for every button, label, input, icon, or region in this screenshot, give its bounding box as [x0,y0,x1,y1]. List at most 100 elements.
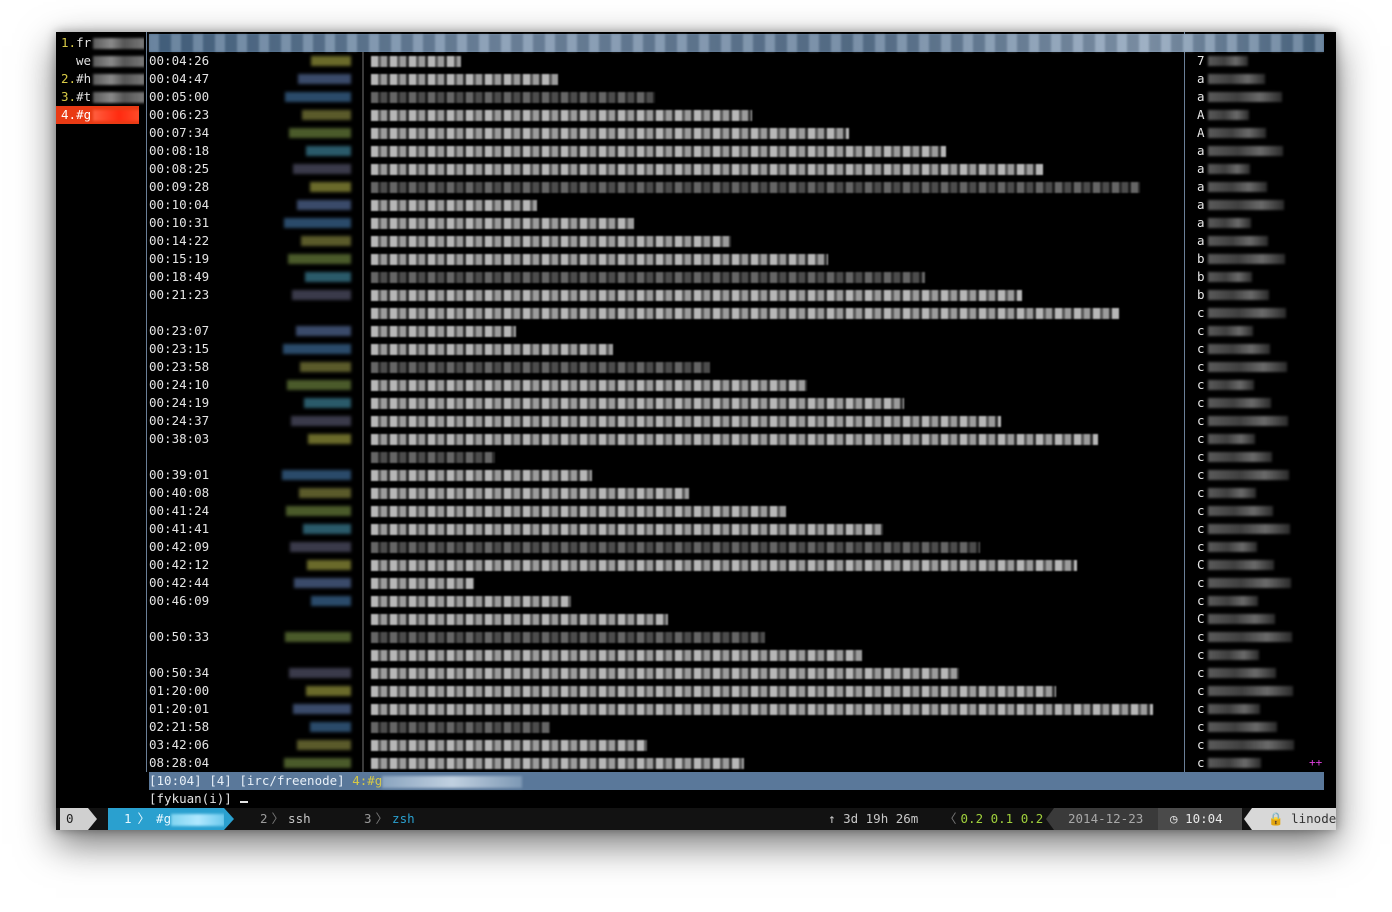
chat-line: 00:50:33 [149,628,1179,646]
nick-initial: c [1197,737,1205,752]
nick-list-item[interactable]: c [1188,664,1328,682]
nick-separator [362,502,364,520]
redacted-nick [1208,488,1256,498]
redacted-message [371,128,849,139]
redacted-message [371,632,765,643]
nick-list-item[interactable]: a [1188,232,1328,250]
nick-list-item[interactable]: b [1188,268,1328,286]
tmux-window[interactable]: 3 〉 zsh [364,808,415,830]
nick-list-item[interactable]: c [1188,484,1328,502]
nick-list-item[interactable]: c [1188,718,1328,736]
nick-list-item[interactable]: a [1188,196,1328,214]
window-name: zsh [392,811,415,826]
chevron-right-icon: 〉 [271,811,285,826]
nick-list-item[interactable]: c [1188,448,1328,466]
nick-list-item[interactable]: c [1188,700,1328,718]
nick-list-item[interactable]: c [1188,538,1328,556]
powerline-arrow [224,808,234,830]
chat-line: 00:41:24 [149,502,1179,520]
chat-log[interactable]: 00:04:26 00:04:47 00:05:00 00:06:23 00:07:34… [149,52,1179,772]
nick-list-item[interactable]: a [1188,142,1328,160]
timestamp: 00:50:33 [149,629,210,644]
buffer-item[interactable]: 1.fr [56,34,144,52]
buffer-number: 4. [61,107,77,122]
buffer-list: 1.fr we 2.#h 3.#t 4.#g [56,34,144,768]
nick-list-item[interactable]: c [1188,358,1328,376]
nick-list-item[interactable]: C [1188,610,1328,628]
nick-list-item[interactable]: c [1188,574,1328,592]
buffer-item[interactable]: 3.#t [56,88,144,106]
nick-list-item[interactable]: c [1188,376,1328,394]
nick-list-item[interactable]: c [1188,736,1328,754]
redacted-nick [1208,164,1250,174]
nick-list-item[interactable]: c [1188,412,1328,430]
nick-list-item[interactable]: c [1188,322,1328,340]
nick-list-item[interactable]: c [1188,592,1328,610]
redacted-text [93,38,144,49]
redacted-nick [305,272,351,282]
nick-separator [362,484,364,502]
redacted-topic [149,34,1324,52]
redacted-nick [1208,326,1253,336]
tmux-session[interactable]: 0 [60,808,88,830]
chat-line: 00:42:12 [149,556,1179,574]
terminal-window[interactable]: 1.fr we 2.#h 3.#t 4.#g 00:04:26 00:04:47 0… [56,32,1336,830]
buffer-number: 1. [61,35,77,50]
nick-list-item[interactable]: c [1188,646,1328,664]
nick-list-item[interactable]: A [1188,106,1328,124]
pane-divider [146,32,147,772]
nick-list-item[interactable]: a [1188,178,1328,196]
chat-line: 00:42:09 [149,538,1179,556]
redacted-nick [297,740,351,750]
nick-list-item[interactable]: c [1188,502,1328,520]
redacted-nick [311,596,351,606]
nick-list-item[interactable]: a [1188,70,1328,88]
input-line[interactable]: [fykuan(i)] [149,790,248,808]
nick-list-item[interactable]: c [1188,304,1328,322]
buffer-item[interactable]: 2.#h [56,70,144,88]
nick-separator [362,340,364,358]
nick-initial: c [1197,503,1205,518]
redacted-message [371,146,946,157]
nick-list-item[interactable]: b [1188,250,1328,268]
nick-list-item[interactable]: c [1188,394,1328,412]
nick-list[interactable]: 7aaAAaaaaaabbbccccccccccccccCccCcccccccc [1188,52,1328,772]
redacted-nick [1208,560,1274,570]
nick-initial: a [1197,143,1205,158]
buffer-item-active[interactable]: 4.#g [56,106,139,124]
nick-list-item[interactable]: c [1188,520,1328,538]
nick-initial: b [1197,269,1205,284]
redacted-text [93,92,144,103]
nick-list-item[interactable]: C [1188,556,1328,574]
text-cursor [239,801,248,803]
tmux-window[interactable]: 2 〉 ssh [260,808,311,830]
chat-line: 00:15:19 [149,250,1179,268]
chat-line: 00:10:04 [149,196,1179,214]
nick-separator [362,142,364,160]
buffer-item[interactable]: we [56,52,144,70]
redacted-text [93,110,139,121]
chat-line: 00:24:10 [149,376,1179,394]
timestamp: 00:18:49 [149,269,210,284]
chat-line [149,448,1179,466]
redacted-nick [290,542,351,552]
nick-list-item[interactable]: c [1188,430,1328,448]
nick-list-item[interactable]: 7 [1188,52,1328,70]
nick-separator [362,88,364,106]
nick-list-item[interactable]: c [1188,682,1328,700]
nick-list-item[interactable]: a [1188,88,1328,106]
nick-list-item[interactable]: a [1188,160,1328,178]
nick-list-item[interactable]: c [1188,754,1328,772]
nick-list-item[interactable]: c [1188,340,1328,358]
nick-list-item[interactable]: c [1188,628,1328,646]
tmux-window-current[interactable]: 1 〉 #g [108,808,226,830]
nick-list-item[interactable]: c [1188,466,1328,484]
redacted-nick [297,200,351,210]
redacted-nick [1208,146,1283,156]
nick-initial: c [1197,575,1205,590]
nick-separator [362,430,364,448]
redacted-nick [1208,740,1294,750]
nick-list-item[interactable]: A [1188,124,1328,142]
nick-list-item[interactable]: b [1188,286,1328,304]
nick-list-item[interactable]: a [1188,214,1328,232]
